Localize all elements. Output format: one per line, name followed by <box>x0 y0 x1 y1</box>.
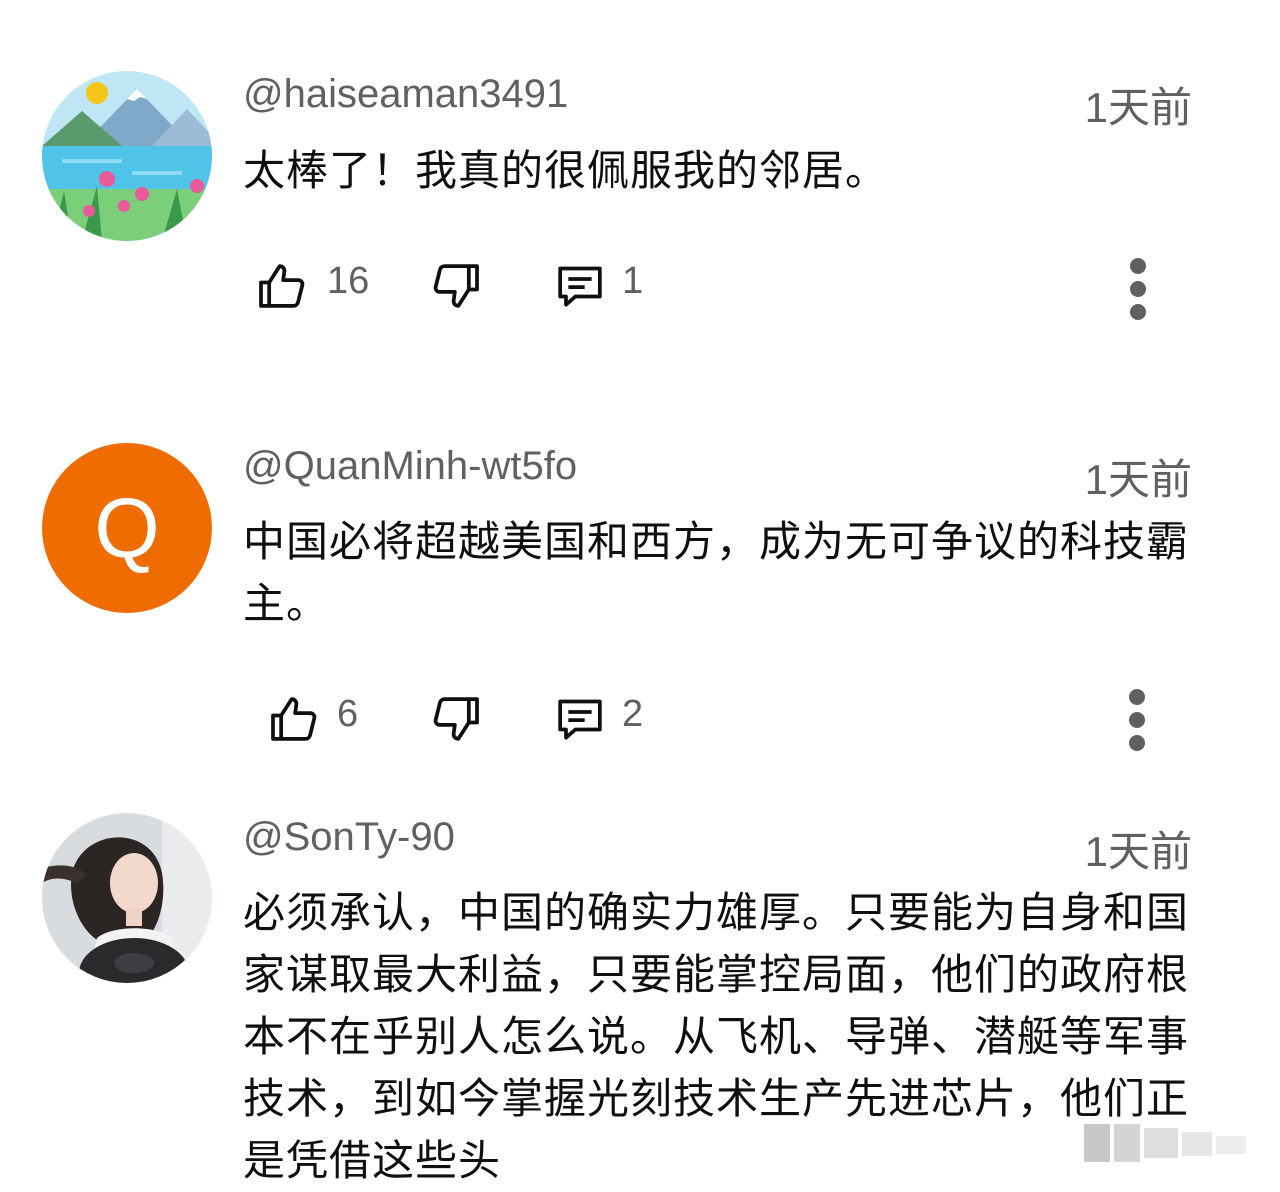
comment-timestamp: 1天前 <box>1084 84 1192 131</box>
comment-text: 中国必将超越美国和西方，成为无可争议的科技霸主。 <box>243 517 1190 628</box>
reply-count: 1 <box>622 260 644 302</box>
comment-timestamp: 1天前 <box>1084 456 1192 503</box>
comment-text: 必须承认，中国的确实力雄厚。只要能为自身和国家谋取最大利益，只要能掌控局面，他们… <box>243 888 1190 1185</box>
more-vertical-icon[interactable] <box>1118 254 1158 324</box>
watermark-logo <box>1084 1124 1246 1162</box>
avatar[interactable]: Q <box>42 443 212 613</box>
like-count: 16 <box>327 260 370 302</box>
thumbs-down-icon[interactable] <box>428 258 484 314</box>
comment-timestamp: 1天前 <box>1084 828 1192 875</box>
comment-text: 太棒了！我真的很佩服我的邻居。 <box>243 146 889 195</box>
comment-author[interactable]: @haiseaman3491 <box>243 72 568 117</box>
comment-author[interactable]: @SonTy-90 <box>243 815 455 860</box>
avatar[interactable] <box>42 71 212 241</box>
comment-icon[interactable] <box>552 258 608 314</box>
thumbs-up-icon[interactable] <box>266 691 322 747</box>
avatar[interactable] <box>42 813 212 983</box>
more-vertical-icon[interactable] <box>1117 685 1157 755</box>
reply-count: 2 <box>622 693 644 735</box>
comment-actions: 6 2 <box>0 683 1280 753</box>
like-count: 6 <box>337 693 359 735</box>
thumbs-down-icon[interactable] <box>428 691 484 747</box>
comment-author[interactable]: @QuanMinh-wt5fo <box>243 444 577 489</box>
comment-actions: 16 1 <box>0 250 1280 320</box>
thumbs-up-icon[interactable] <box>254 258 310 314</box>
comment-icon[interactable] <box>552 691 608 747</box>
